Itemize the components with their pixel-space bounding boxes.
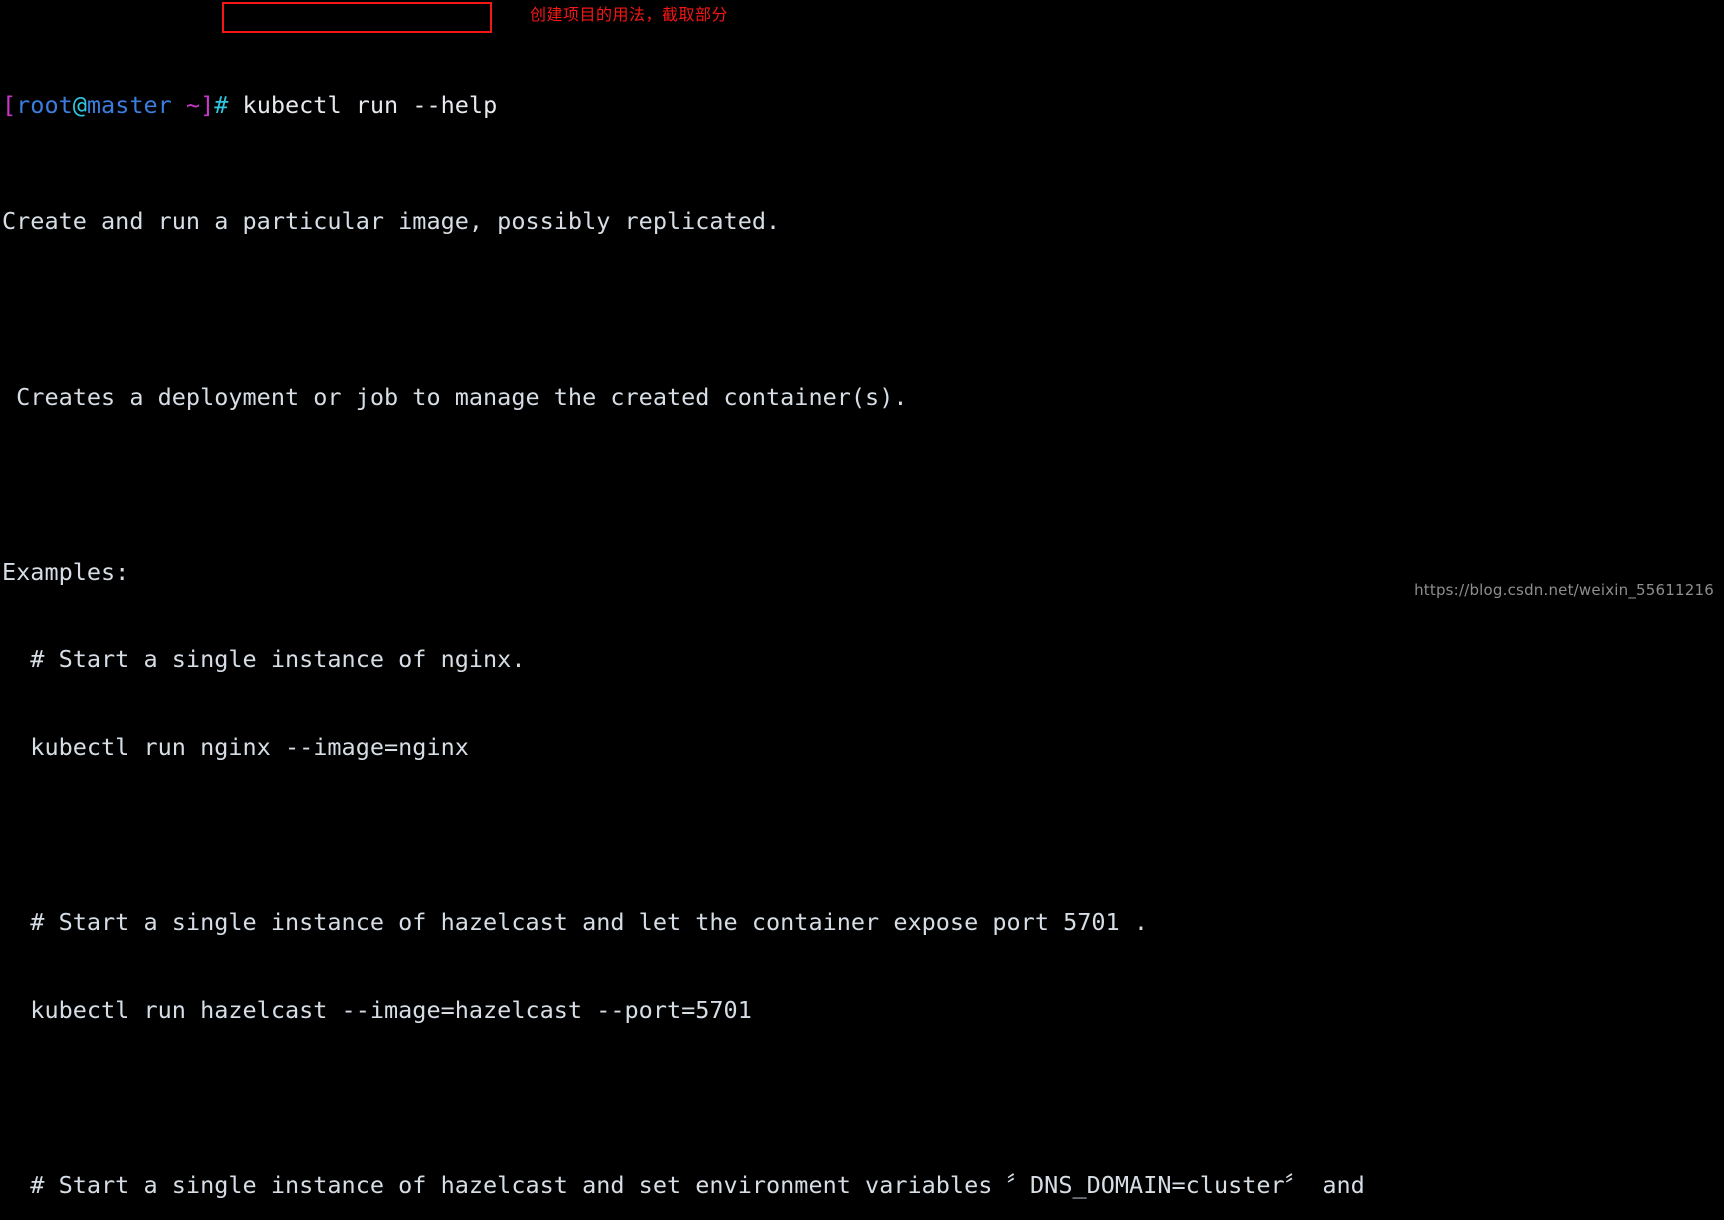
watermark-url: https://blog.csdn.net/weixin_55611216 [1414,580,1714,599]
output-line: # Start a single instance of hazelcast a… [2,908,1149,937]
prompt-user: root [16,90,73,119]
prompt-cwd-tilde: ~ [171,90,201,119]
output-line: kubectl run hazelcast --image=hazelcast … [2,995,752,1024]
prompt-line: [root@master ~]# kubectl run --help [0,91,1724,120]
output-line: Creates a deployment or job to manage th… [2,382,908,411]
annotation-text: 创建项目的用法，截取部分 [530,5,729,24]
prompt-hash-symbol: # [214,90,229,119]
output-line: # Start a single instance of hazelcast a… [2,1170,1365,1199]
prompt-close-bracket: ] [200,90,215,119]
terminal-window[interactable]: [root@master ~]# kubectl run --help Crea… [0,0,1724,1199]
terminal-output-area: [root@master ~]# kubectl run --help Crea… [0,3,1724,1220]
prompt-at-symbol: @ [72,90,87,119]
output-line: # Start a single instance of nginx. [2,645,526,674]
prompt-host: master [86,90,172,119]
output-line: kubectl run nginx --image=nginx [2,732,469,761]
prompt-open-bracket: [ [2,90,17,119]
output-line: Create and run a particular image, possi… [2,207,781,236]
typed-command[interactable]: kubectl run --help [228,91,498,119]
